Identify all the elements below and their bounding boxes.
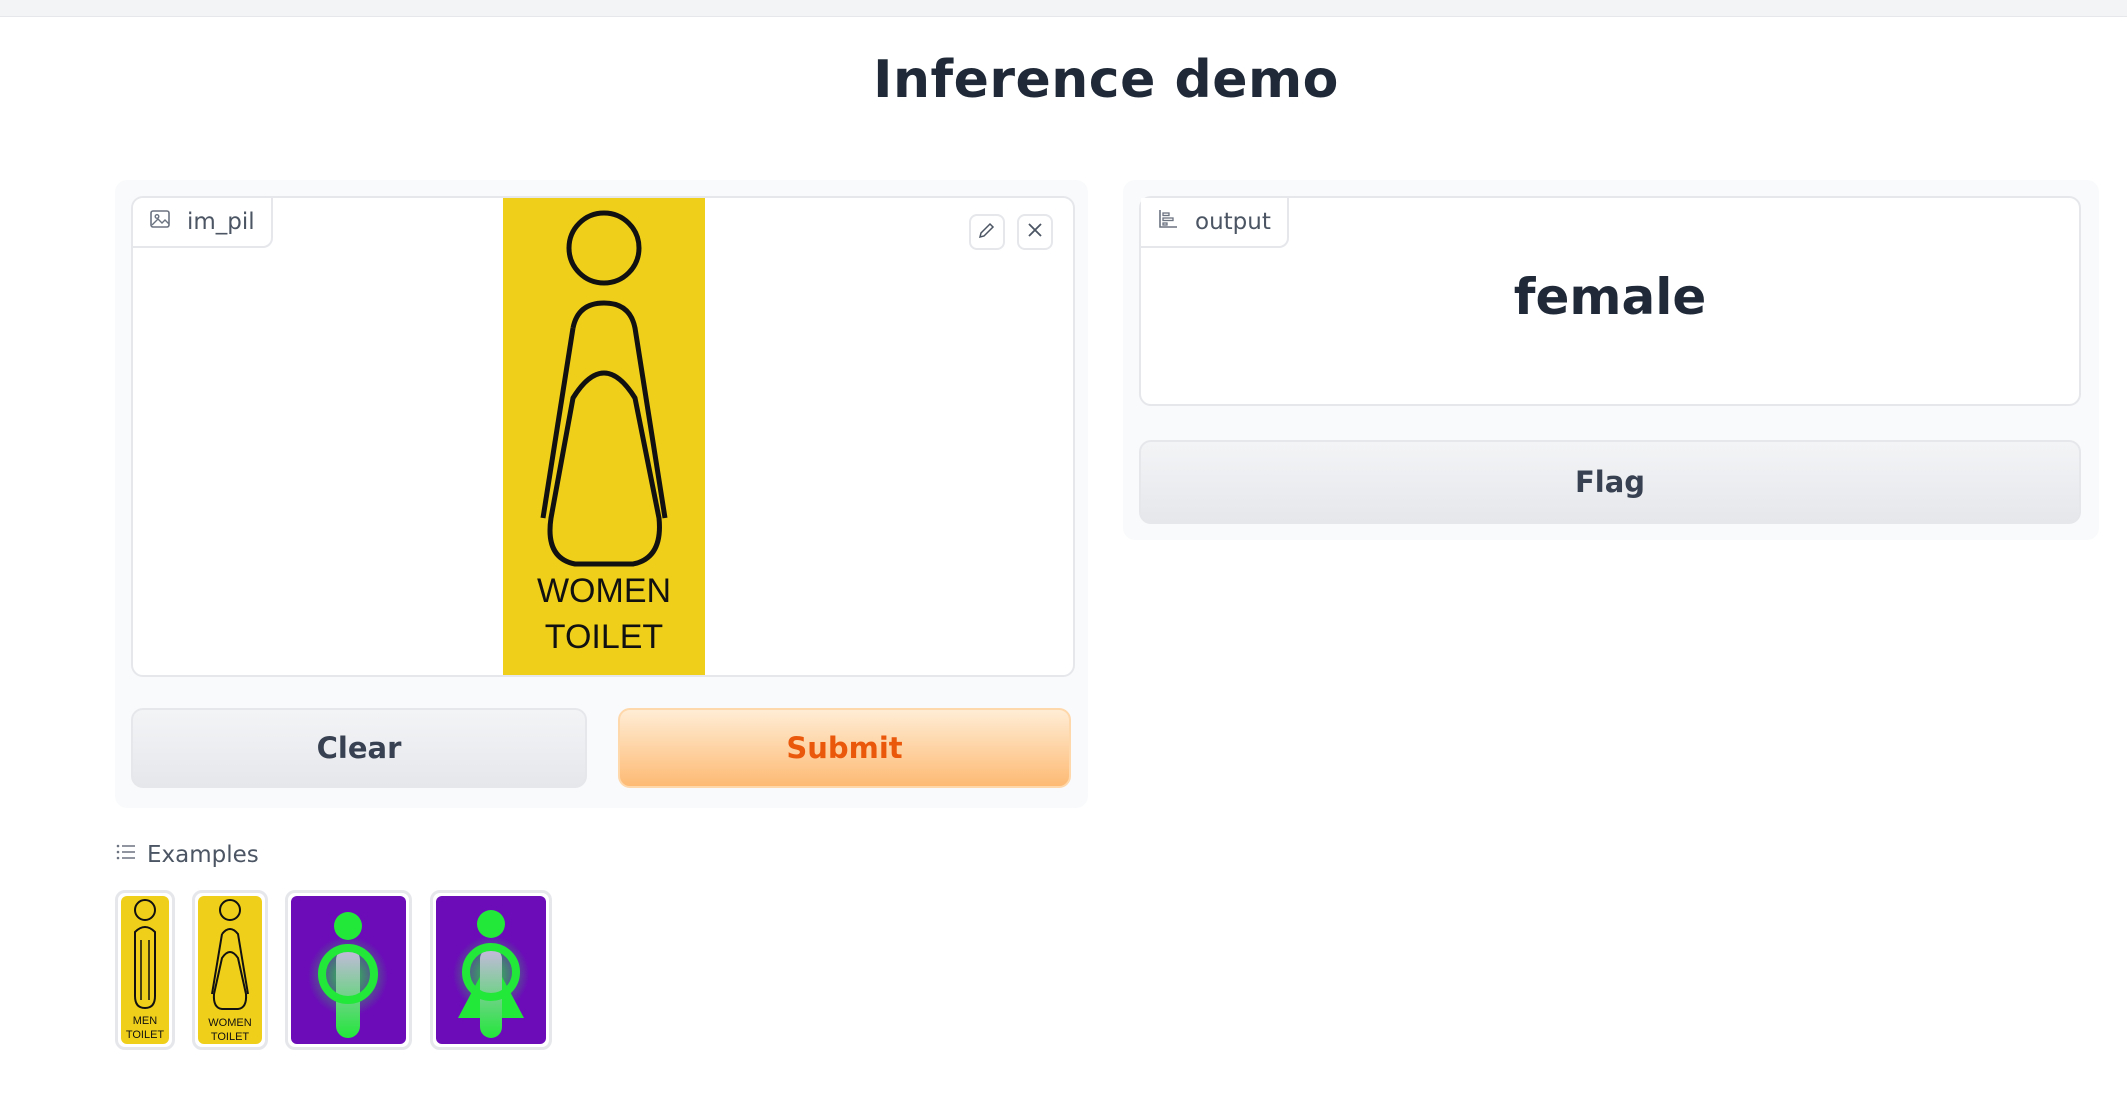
example-thumbnail-4[interactable] <box>430 890 552 1050</box>
output-field-label-text: output <box>1195 209 1271 235</box>
example-2-caption-line-1: WOMEN <box>208 1017 251 1029</box>
bar-chart-icon <box>1157 208 1179 236</box>
examples-header: Examples <box>115 842 259 868</box>
predicted-label: female <box>1513 268 1707 326</box>
output-panel: output female Flag <box>1123 180 2099 540</box>
example-2-caption-line-2: TOILET <box>211 1031 250 1043</box>
example-thumbnail-1[interactable]: MEN TOILET <box>115 890 175 1050</box>
image-text-line-1: WOMEN <box>537 572 671 610</box>
top-bar <box>0 0 2127 17</box>
examples-label: Examples <box>147 842 259 868</box>
edit-button[interactable] <box>969 214 1005 250</box>
close-icon <box>1025 220 1045 244</box>
image-text-line-2: TOILET <box>545 618 663 656</box>
example-thumbnail-2[interactable]: WOMEN TOILET <box>192 890 268 1050</box>
output-field-label: output <box>1141 198 1289 248</box>
flag-button[interactable]: Flag <box>1139 440 2081 524</box>
uploaded-image: WOMEN TOILET <box>503 198 705 675</box>
image-field-label-text: im_pil <box>187 209 255 235</box>
example-1-caption-line-1: MEN <box>133 1015 158 1027</box>
list-icon <box>115 842 137 868</box>
input-panel: im_pil WOMEN TOILET Clear Submit <box>115 180 1088 808</box>
image-upload-area[interactable]: im_pil WOMEN TOILET <box>131 196 1075 677</box>
example-thumbnail-3[interactable] <box>285 890 412 1050</box>
remove-image-button[interactable] <box>1017 214 1053 250</box>
submit-button[interactable]: Submit <box>618 708 1071 788</box>
page-title: Inference demo <box>873 50 1339 110</box>
clear-button[interactable]: Clear <box>131 708 587 788</box>
pencil-icon <box>977 220 997 244</box>
example-1-caption-line-2: TOILET <box>126 1029 165 1041</box>
image-field-label: im_pil <box>133 198 273 248</box>
output-label-box: output female <box>1139 196 2081 406</box>
image-icon <box>149 208 171 236</box>
